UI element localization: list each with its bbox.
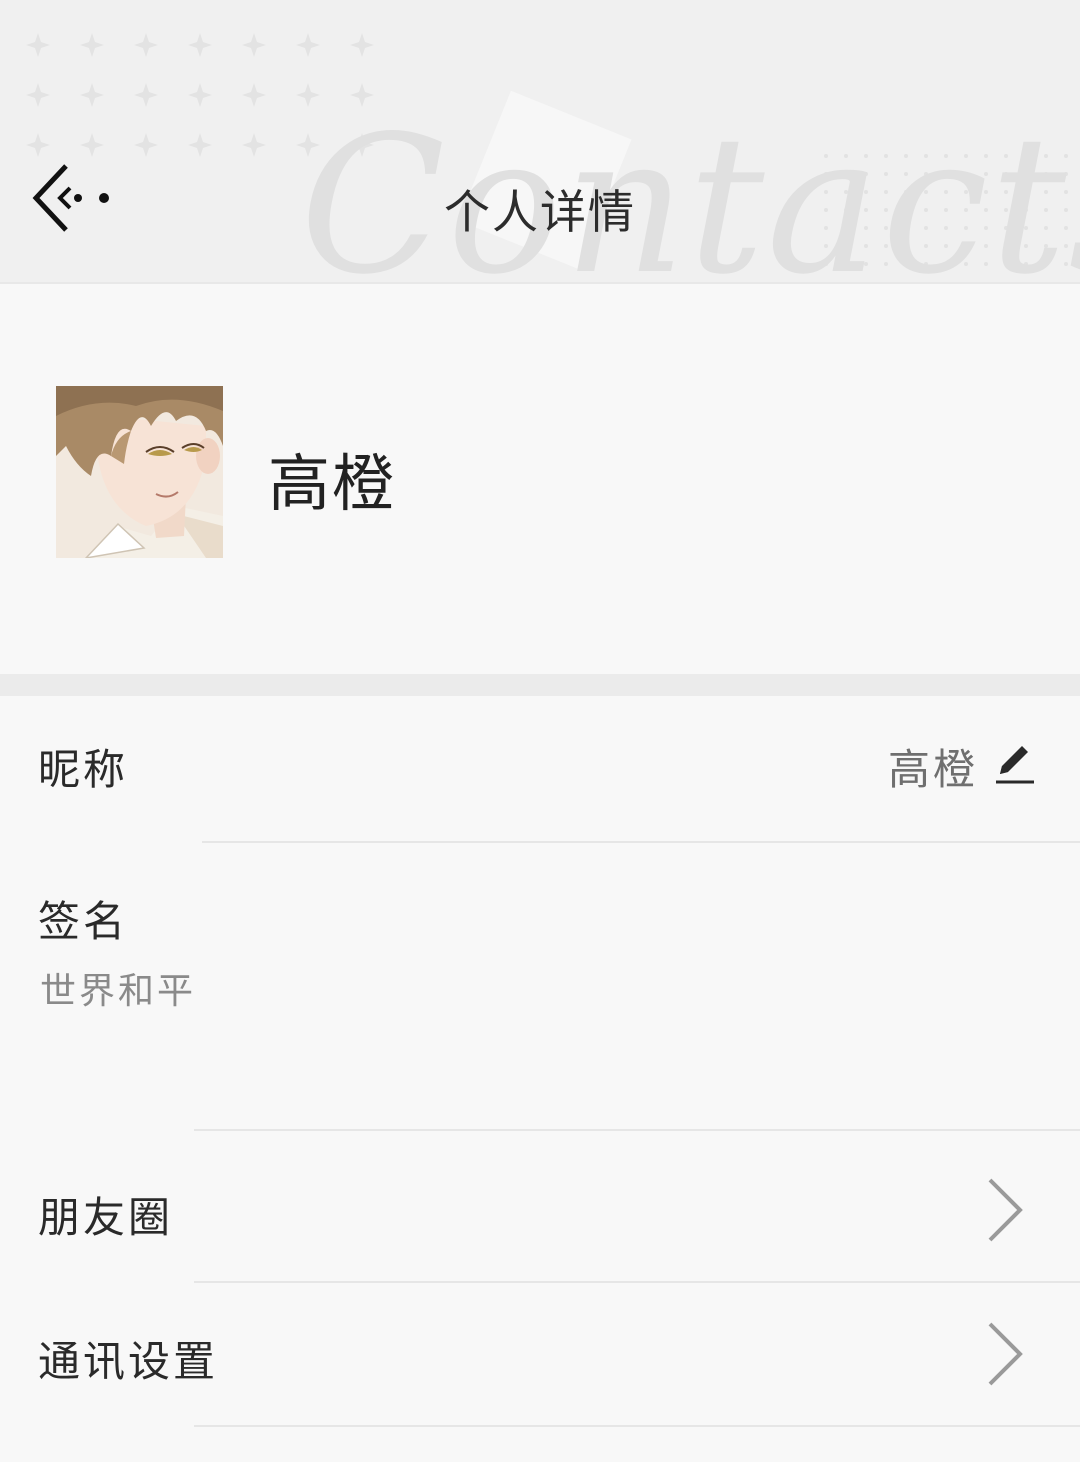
contact-detail-screen: Contacts 个人详情 <box>0 0 1080 1462</box>
sparkle <box>80 33 104 57</box>
anime-character-avatar <box>56 386 223 558</box>
nickname-value: 高橙 <box>887 745 978 794</box>
avatar[interactable] <box>56 386 223 558</box>
sparkle <box>80 133 104 157</box>
profile-card: 高橙 <box>0 286 1080 674</box>
sparkle <box>26 83 50 107</box>
signature-value: 世界和平 <box>40 971 197 1012</box>
sparkle <box>188 133 212 157</box>
moments-row[interactable]: 朋友圈 <box>0 1130 1080 1282</box>
sparkle <box>242 33 266 57</box>
moments-label: 朋友圈 <box>38 1193 174 1242</box>
sparkle <box>242 133 266 157</box>
chevron-right-icon <box>988 1178 1023 1242</box>
profile-name: 高橙 <box>268 447 397 520</box>
sparkle <box>242 83 266 107</box>
pencil-icon <box>996 746 1034 784</box>
chevron-right-icon <box>988 1322 1023 1386</box>
sparkle <box>26 133 50 157</box>
page-title: 个人详情 <box>444 185 636 239</box>
signature-row: 签名 世界和平 <box>0 842 1080 1130</box>
communication-settings-row[interactable]: 通讯设置 <box>0 1282 1080 1426</box>
edit-nickname-button[interactable] <box>994 740 1036 786</box>
sparkle <box>296 33 320 57</box>
nickname-label: 昵称 <box>38 745 129 794</box>
communication-settings-label: 通讯设置 <box>38 1337 219 1386</box>
sparkle <box>80 83 104 107</box>
sparkle <box>26 33 50 57</box>
sparkle <box>134 33 158 57</box>
sparkle <box>350 33 374 57</box>
sparkle <box>134 83 158 107</box>
header-bar: Contacts 个人详情 <box>0 0 1080 284</box>
section-separator <box>0 674 1080 696</box>
sparkle <box>188 33 212 57</box>
nickname-row: 昵称 高橙 <box>0 696 1080 842</box>
sparkle <box>134 133 158 157</box>
divider <box>194 1425 1080 1427</box>
signature-label: 签名 <box>38 897 129 946</box>
sparkle <box>188 83 212 107</box>
